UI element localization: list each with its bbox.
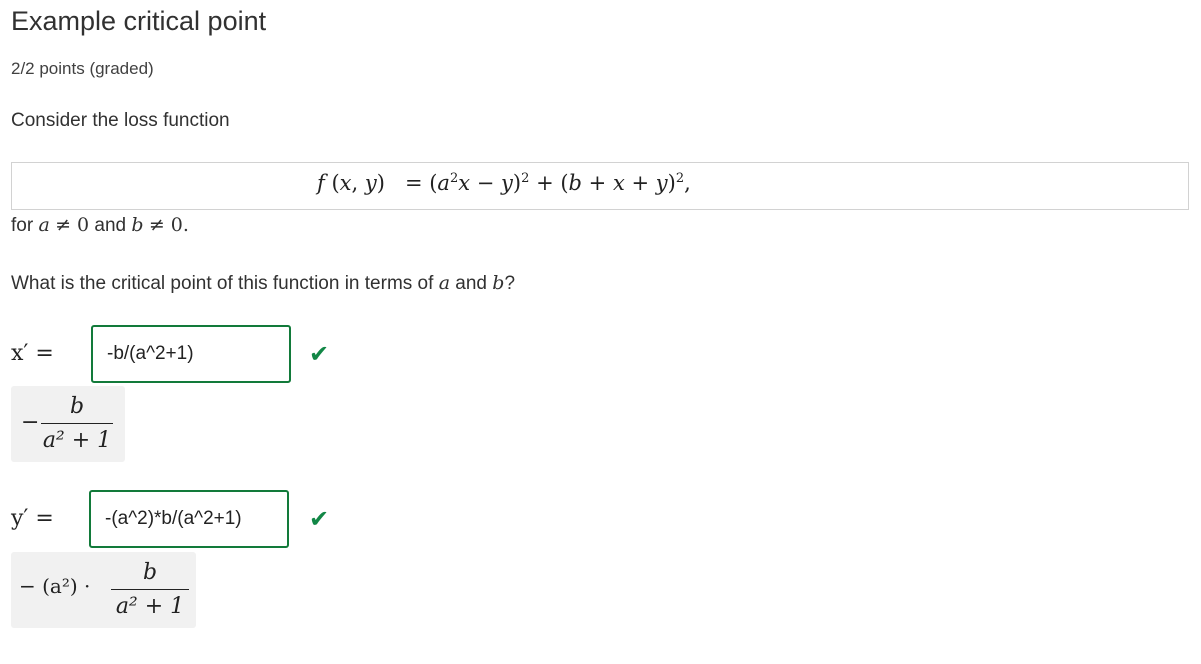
checkmark-icon: ✔ [309, 506, 330, 533]
checkmark-icon: ✔ [309, 341, 330, 368]
y-prime-input[interactable] [89, 490, 289, 548]
problem-prompt: Consider the loss function [11, 110, 230, 131]
equation-content: f (x, y) = (a2x − y)2 + (b + x + y)2, [317, 171, 691, 195]
points-status: 2/2 points (graded) [11, 59, 154, 78]
x-prime-label: x′ = [11, 341, 54, 366]
x-prime-preview: − b a² + 1 [11, 386, 125, 462]
problem-title: Example critical point [11, 6, 267, 36]
y-prime-label: y′ = [11, 506, 54, 531]
condition-text: for a ≠ 0 and b ≠ 0. [11, 214, 189, 236]
y-prime-preview: − (a²) · b a² + 1 [11, 552, 196, 628]
question-text: What is the critical point of this funct… [11, 272, 516, 294]
loss-function-equation: f (x, y) = (a2x − y)2 + (b + x + y)2, [11, 162, 1189, 210]
x-prime-input[interactable] [91, 325, 291, 383]
